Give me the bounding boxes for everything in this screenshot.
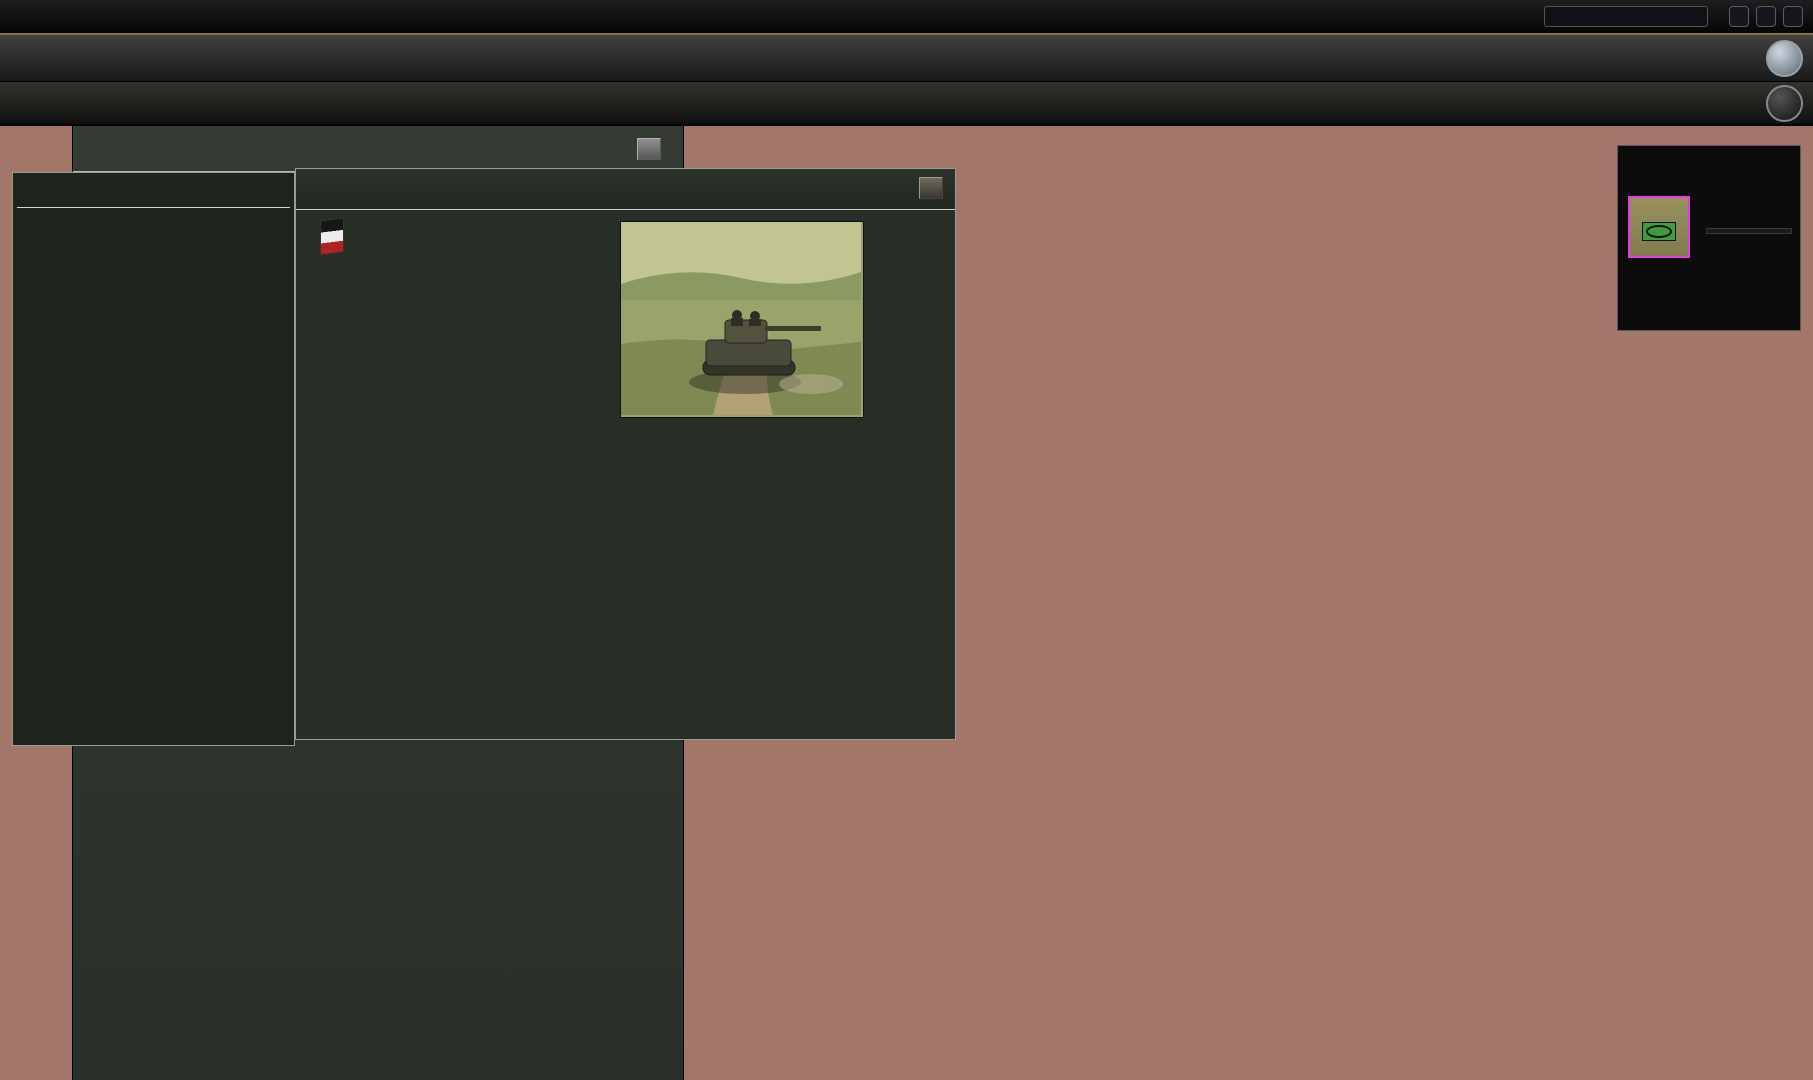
top-search-input[interactable] [1544,6,1708,27]
main-toolbar-row1 [0,35,1813,82]
minimap-compass-button[interactable] [1766,40,1803,77]
unit-photo [620,221,864,418]
tree-separator [17,207,290,208]
game-date [1756,6,1776,27]
german-flag-icon [320,218,344,256]
armor-symbol [1630,209,1688,253]
unit-heading-row [320,219,354,254]
oob-window-titlebar [73,126,683,172]
unit-history-text [313,427,923,735]
oob-tree-panel [12,172,295,746]
unit-status-badge [1706,228,1792,234]
next-phase-button[interactable] [1766,85,1803,122]
detail-close-button[interactable] [919,177,943,199]
oob-close-button[interactable] [637,138,661,160]
top-status-cluster [1544,6,1813,33]
main-toolbar-row2 [0,82,1813,126]
top-menu-bar [0,0,1813,35]
selected-unit-panel [1617,145,1801,331]
turn-indicator [1783,6,1803,27]
detail-window-titlebar [296,169,955,210]
action-points-indicator [1729,6,1749,27]
unit-counter-large[interactable] [1628,196,1690,258]
unit-detail-window [295,168,956,740]
